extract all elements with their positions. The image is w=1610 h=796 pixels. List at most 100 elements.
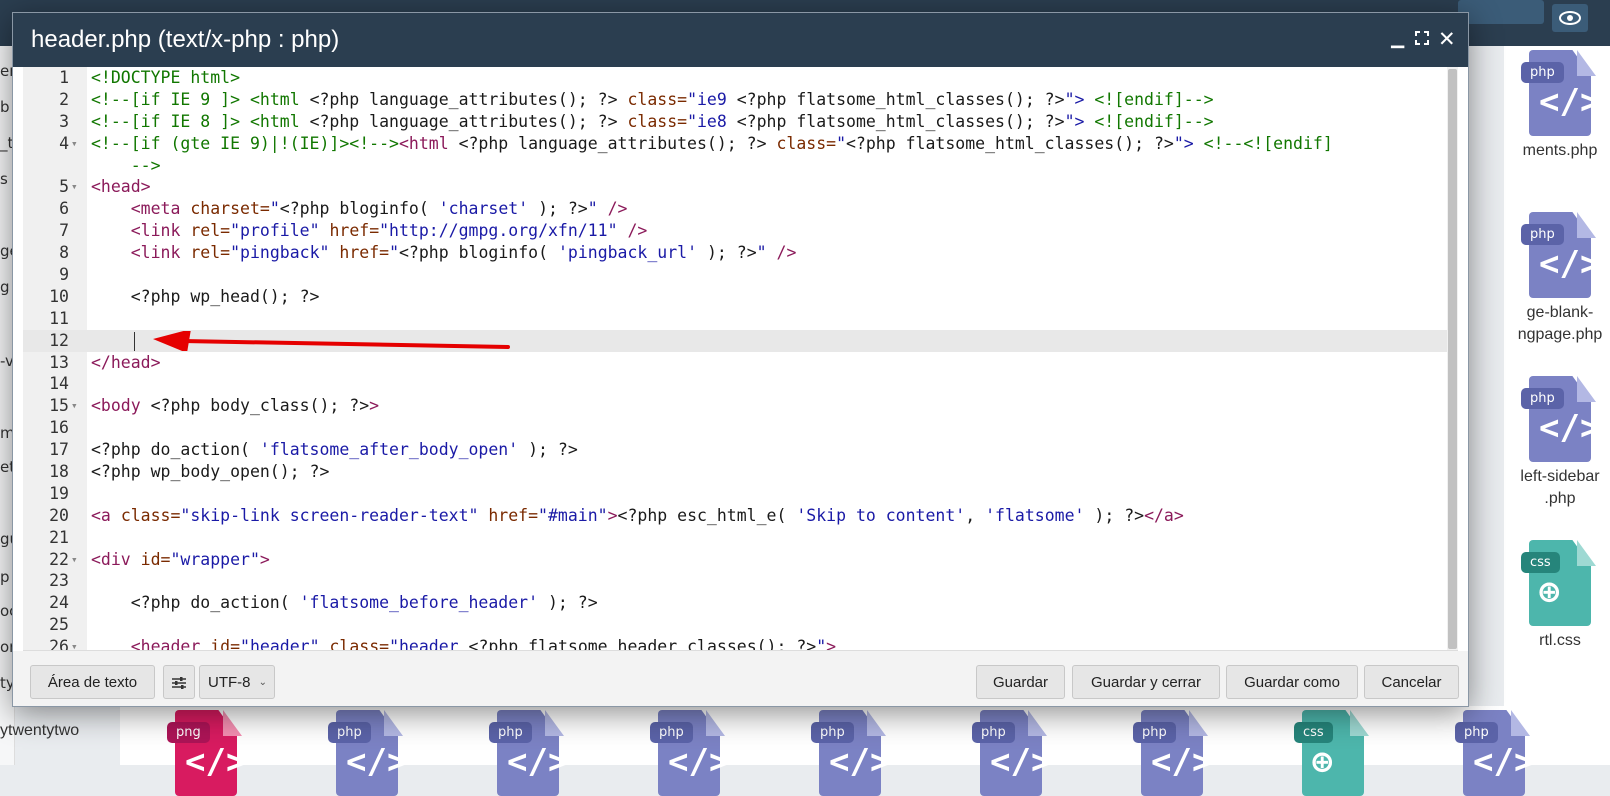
php-file-icon: php </>	[1521, 50, 1600, 136]
fold-toggle-icon[interactable]: ▾	[71, 133, 83, 155]
code-line[interactable]: 15 ▾ <body <?php body_class(); ?>>	[23, 395, 1447, 417]
sliders-icon[interactable]	[163, 665, 195, 699]
png-file-icon: png </>	[167, 710, 246, 796]
code-line[interactable]: 13 </head>	[23, 352, 1447, 374]
file-name-line2: ngpage.php	[1517, 326, 1603, 343]
code-token: ); ?>	[528, 199, 588, 219]
file-item[interactable]: php </>	[802, 710, 898, 796]
textarea-mode-button[interactable]: Área de texto	[30, 665, 155, 699]
code-line[interactable]: 10 <?php wp_head(); ?>	[23, 286, 1447, 308]
line-number: 7	[59, 221, 69, 241]
file-name-line2: .php	[1544, 490, 1576, 507]
code-line[interactable]: 4 ▾ <!--[if (gte IE 9)|!(IE)]><!--><html <…	[23, 133, 1447, 155]
code-token: href=	[339, 243, 390, 263]
line-number: 9	[59, 265, 69, 285]
code-token: <?php bloginfo(	[279, 199, 439, 219]
code-token: </a>	[1144, 505, 1184, 525]
file-item[interactable]: php </> left-sidebar .php	[1512, 376, 1608, 510]
code-token: ); ?>	[697, 243, 757, 263]
line-number: 17	[49, 440, 69, 460]
code-line[interactable]: 23	[23, 570, 1447, 592]
dialog-footer: Área de texto UTF-8 ⌄ Guardar Guardar y …	[13, 651, 1468, 706]
fold-toggle-icon[interactable]: ▾	[71, 549, 83, 571]
code-line[interactable]: 24 <?php do_action( 'flatsome_before_hea…	[23, 592, 1447, 614]
code-token: />	[597, 199, 628, 219]
line-number: 15	[49, 396, 69, 416]
code-line[interactable]: 8 <link rel="pingback" href="<?php blogi…	[23, 242, 1447, 264]
code-line[interactable]: 7 <link rel="profile" href="http://gmpg.…	[23, 220, 1447, 242]
file-item[interactable]: php </> ge-blank-ngpage.php	[1512, 212, 1608, 346]
code-line[interactable]: 22 ▾ <div id="wrapper">	[23, 549, 1447, 571]
code-icon: </>	[1473, 742, 1535, 782]
dialog-titlebar[interactable]: header.php (text/x-php : php) ▁ ✕	[13, 13, 1468, 67]
fold-toggle-icon[interactable]: ▾	[71, 395, 83, 417]
code-line[interactable]: 20 <a class="skip-link screen-reader-text…	[23, 505, 1447, 527]
sidebar-text-fragment: b	[0, 98, 10, 116]
code-line[interactable]: 6 <meta charset="<?php bloginfo( 'charse…	[23, 198, 1447, 220]
code-line[interactable]: 14	[23, 373, 1447, 395]
code-token: ">	[1064, 111, 1085, 131]
code-line[interactable]: 18 <?php wp_body_open(); ?>	[23, 461, 1447, 483]
code-line[interactable]: 25	[23, 614, 1447, 636]
code-token: <meta	[130, 199, 191, 219]
file-item[interactable]: css ⊕ rtl.css	[1512, 540, 1608, 652]
code-token: <!--[if IE 9 ]>	[91, 89, 250, 109]
line-number: 4	[59, 133, 69, 153]
code-line[interactable]: 5 ▾ <head>	[23, 176, 1447, 198]
fold-toggle-icon[interactable]: ▾	[71, 636, 83, 650]
code-token: 'flatsome_before_header'	[299, 593, 539, 613]
code-token: 'charset'	[438, 199, 529, 219]
code-line[interactable]: 3 <!--[if IE 8 ]> <html <?php language_at…	[23, 111, 1447, 133]
code-line[interactable]: 19	[23, 483, 1447, 505]
file-item[interactable]: png </>	[158, 710, 254, 796]
user-avatar[interactable]	[1458, 0, 1544, 24]
file-item[interactable]: php </>	[480, 710, 576, 796]
file-item[interactable]: php </>	[319, 710, 415, 796]
file-item[interactable]: php </>	[1446, 710, 1542, 796]
code-token: <html	[398, 133, 459, 153]
code-line[interactable]: 17 <?php do_action( 'flatsome_after_body_…	[23, 439, 1447, 461]
code-token: class=	[120, 505, 181, 525]
code-lines[interactable]: 1 <!DOCTYPE html> 2 <!--[if IE 9 ]> <html <…	[23, 67, 1447, 651]
code-line[interactable]: -->	[23, 155, 1447, 177]
editor-scrollbar[interactable]	[1447, 67, 1458, 650]
php-file-icon: php </>	[972, 710, 1051, 796]
cancel-button[interactable]: Cancelar	[1364, 665, 1459, 699]
code-line[interactable]: 26 ▾ <header id="header" class="header <?…	[23, 636, 1447, 651]
code-token: rel=	[190, 221, 231, 241]
background-file-grid-right: php </> ments.php php </> ge-blank-ngpage.php…	[1504, 46, 1610, 736]
file-item[interactable]: php </>	[1124, 710, 1220, 796]
scrollbar-thumb[interactable]	[1448, 69, 1457, 649]
code-token: <?php flatsome_html_classes(); ?>	[736, 111, 1065, 131]
fold-toggle-icon[interactable]: ▾	[71, 176, 83, 198]
file-item[interactable]: css ⊕	[1285, 710, 1381, 796]
code-line[interactable]: 2 <!--[if IE 9 ]> <html <?php language_at…	[23, 89, 1447, 111]
code-token: href=	[488, 505, 539, 525]
code-line[interactable]: 11	[23, 308, 1447, 330]
save-and-close-button[interactable]: Guardar y cerrar	[1072, 665, 1220, 699]
encoding-select[interactable]: UTF-8 ⌄	[199, 665, 275, 699]
code-token: />	[766, 243, 797, 263]
line-code: <link rel="pingback" href="<?php bloginf…	[91, 242, 797, 264]
code-line[interactable]: 16	[23, 417, 1447, 439]
line-number: 3	[59, 111, 69, 131]
line-number: 26	[49, 637, 69, 651]
file-item[interactable]: php </> ments.php	[1512, 50, 1608, 162]
line-code: <?php do_action( 'flatsome_after_body_op…	[91, 439, 578, 461]
file-item[interactable]: php </>	[641, 710, 737, 796]
close-icon[interactable]: ✕	[1438, 27, 1456, 51]
css-file-icon: css ⊕	[1521, 540, 1596, 626]
file-item[interactable]: php </>	[963, 710, 1059, 796]
eye-icon[interactable]	[1552, 4, 1588, 32]
minimize-icon[interactable]: ▁	[1391, 29, 1404, 49]
save-as-button[interactable]: Guardar como	[1226, 665, 1358, 699]
maximize-icon[interactable]	[1415, 30, 1429, 50]
code-line[interactable]: 9	[23, 264, 1447, 286]
code-line[interactable]: 21	[23, 527, 1447, 549]
file-name: ge-blank-	[1526, 304, 1594, 321]
code-editor[interactable]: 1 <!DOCTYPE html> 2 <!--[if IE 9 ]> <html <…	[23, 67, 1458, 651]
save-button[interactable]: Guardar	[976, 665, 1065, 699]
code-line[interactable]: 1 <!DOCTYPE html>	[23, 67, 1447, 89]
code-token: <body	[91, 396, 151, 416]
